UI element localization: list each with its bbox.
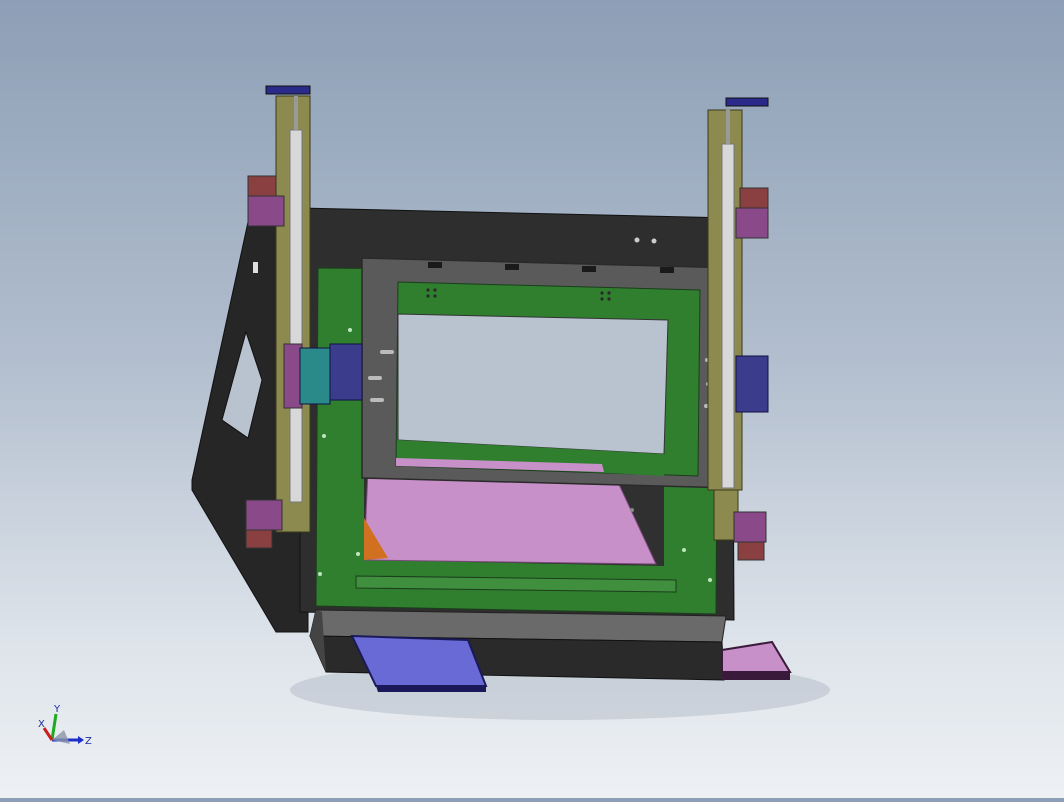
- side-drawer[interactable]: [721, 640, 792, 673]
- teal-bracket[interactable]: [299, 347, 331, 405]
- y-axis-arrow: [50, 713, 58, 741]
- z-axis-arrowhead: [78, 736, 84, 744]
- navy-block-right[interactable]: [735, 355, 769, 413]
- frame-window-opening: [397, 313, 669, 455]
- right-clip-top[interactable]: [739, 187, 769, 209]
- orientation-triad[interactable]: Y X Z: [30, 700, 100, 760]
- y-axis-label: Y: [53, 704, 61, 715]
- hole: [634, 237, 640, 243]
- x-axis-label: X: [38, 719, 45, 730]
- left-clip-bottom[interactable]: [245, 529, 273, 549]
- left-carriage[interactable]: [283, 343, 303, 409]
- right-rail-track: [721, 143, 735, 489]
- front-drawer-lip: [376, 686, 486, 692]
- hole: [630, 508, 634, 512]
- right-top-cap[interactable]: [725, 97, 769, 107]
- left-bracket-bottom[interactable]: [245, 499, 283, 531]
- x-axis-arrow: [42, 727, 54, 741]
- front-drawer[interactable]: [350, 634, 488, 687]
- z-axis-label: Z: [85, 736, 92, 747]
- assembly-model[interactable]: [0, 0, 1064, 798]
- right-bracket-top[interactable]: [735, 207, 769, 239]
- navy-block-left[interactable]: [329, 343, 363, 401]
- left-bracket-top[interactable]: [247, 195, 285, 227]
- right-clip-bottom[interactable]: [737, 541, 765, 561]
- left-top-cap[interactable]: [265, 85, 311, 95]
- right-bracket-bottom[interactable]: [733, 511, 767, 543]
- left-rail-track: [289, 129, 303, 503]
- hole: [651, 238, 657, 244]
- left-clip-top[interactable]: [247, 175, 277, 197]
- left-panel-slot: [253, 262, 258, 273]
- side-drawer-lip: [722, 672, 790, 680]
- cad-viewport[interactable]: [0, 0, 1064, 798]
